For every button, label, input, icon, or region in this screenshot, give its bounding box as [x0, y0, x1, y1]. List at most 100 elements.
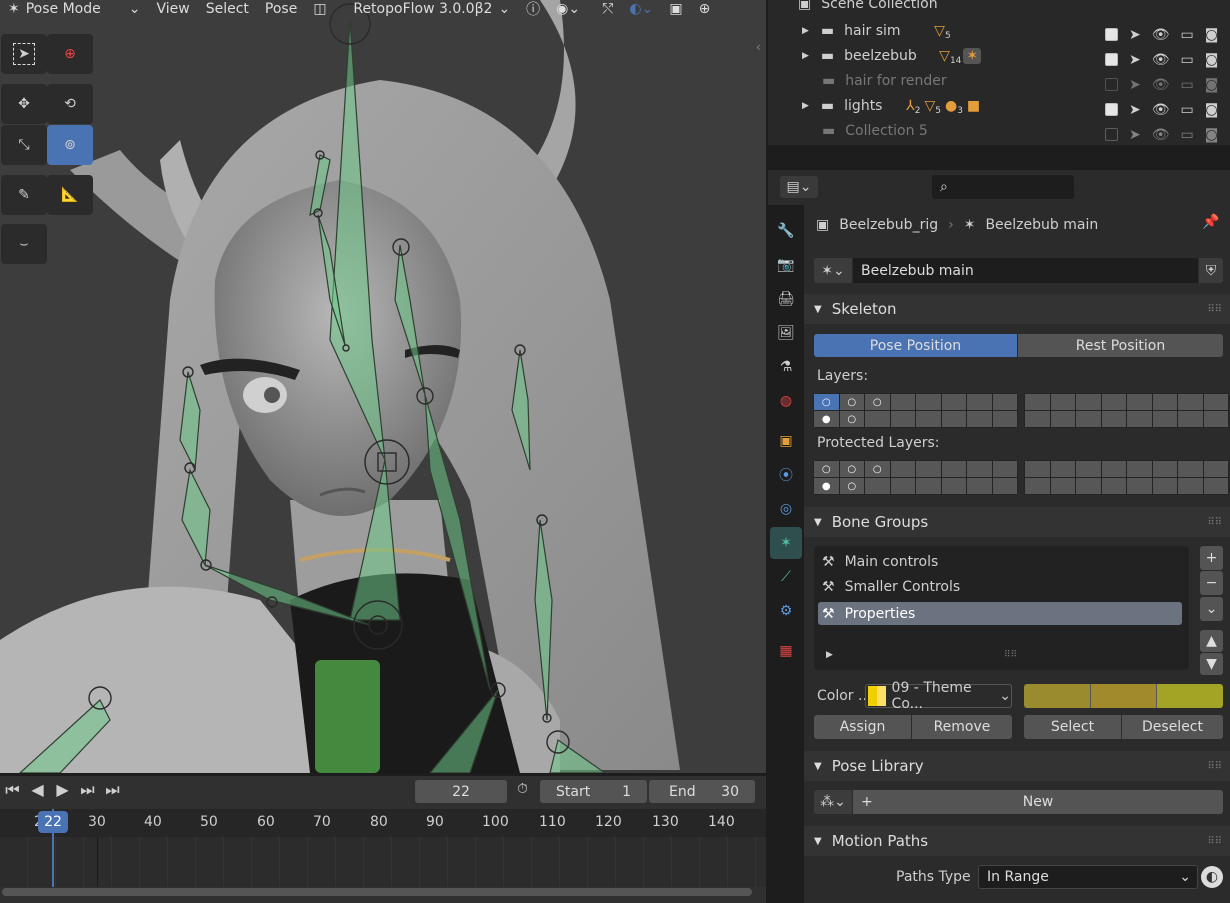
list-item[interactable]: ⚒ Properties: [818, 602, 1182, 625]
layer-toggle[interactable]: ●: [814, 411, 839, 427]
move-tool[interactable]: ✥: [1, 84, 47, 124]
render-camera-icon[interactable]: ◙: [1205, 77, 1219, 93]
fake-user-button[interactable]: ⛨: [1199, 258, 1223, 283]
select-arrow-icon[interactable]: ➤: [1129, 52, 1141, 68]
end-frame-field[interactable]: End 30: [649, 780, 755, 803]
layer-toggle[interactable]: [1025, 461, 1050, 477]
tab-bone[interactable]: ⟋: [770, 561, 802, 593]
layer-toggle[interactable]: ●: [814, 478, 839, 494]
pose-position-button[interactable]: Pose Position: [814, 334, 1017, 357]
pose-mode-dropdown[interactable]: ✶ Pose Mode ⌄: [0, 1, 148, 17]
eye-icon[interactable]: 👁: [1152, 52, 1170, 68]
bone-group-specials-button[interactable]: ⌄: [1200, 597, 1223, 621]
skeleton-panel-header[interactable]: ▼ Skeleton ⠿⠿: [804, 294, 1230, 324]
layer-toggle[interactable]: [865, 411, 890, 427]
layer-toggle[interactable]: [1152, 394, 1177, 410]
rest-position-button[interactable]: Rest Position: [1018, 334, 1223, 357]
eye-icon[interactable]: 👁: [1152, 127, 1170, 143]
layer-toggle[interactable]: [1203, 478, 1228, 494]
tab-view-layer[interactable]: 🖼: [770, 317, 802, 349]
layer-toggle[interactable]: [1203, 461, 1228, 477]
region-toggle-icon[interactable]: ‹: [756, 40, 761, 54]
current-frame-field[interactable]: 22: [415, 780, 507, 803]
tab-scene[interactable]: ⚗: [770, 351, 802, 383]
layer-toggle[interactable]: ○: [839, 411, 864, 427]
jump-to-end-icon[interactable]: ⏭: [100, 780, 125, 800]
menu-select[interactable]: Select: [198, 1, 257, 17]
layer-toggle[interactable]: [1025, 394, 1050, 410]
drag-handle-icon[interactable]: ⠿⠿: [1207, 304, 1222, 315]
motion-paths-panel-header[interactable]: ▼ Motion Paths ⠿⠿: [804, 826, 1230, 856]
layer-toggle[interactable]: [1178, 411, 1203, 427]
layer-toggle[interactable]: [1101, 411, 1126, 427]
play-icon[interactable]: ▶: [50, 780, 75, 800]
layers-grid-right[interactable]: [1024, 393, 1229, 428]
tab-bone-constraints[interactable]: ⚙: [770, 595, 802, 627]
layer-toggle[interactable]: [1050, 411, 1075, 427]
select-arrow-icon[interactable]: ➤: [1129, 77, 1141, 93]
layer-toggle[interactable]: [1076, 478, 1101, 494]
select-arrow-icon[interactable]: ➤: [1129, 27, 1141, 43]
layer-toggle[interactable]: [1025, 478, 1050, 494]
list-resize-handle-icon[interactable]: ⠿⠿: [1004, 650, 1017, 660]
layer-toggle[interactable]: [1025, 411, 1050, 427]
protected-layers-grid-right[interactable]: [1024, 460, 1229, 495]
layer-toggle[interactable]: [941, 394, 966, 410]
layer-toggle[interactable]: [1076, 461, 1101, 477]
move-up-button[interactable]: ▲: [1200, 630, 1223, 652]
layer-toggle[interactable]: [890, 461, 915, 477]
layer-toggle[interactable]: [1152, 411, 1177, 427]
render-camera-icon[interactable]: ◙: [1205, 27, 1219, 43]
monitor-icon[interactable]: ▭: [1181, 127, 1194, 143]
visibility-dropdown-icon[interactable]: ◉⌄: [548, 1, 594, 17]
drag-handle-icon[interactable]: ⠿⠿: [1207, 517, 1222, 528]
list-item[interactable]: ⚒ Main controls: [818, 551, 1184, 573]
layer-toggle[interactable]: [967, 411, 992, 427]
new-pose-library-button[interactable]: + New: [853, 790, 1223, 814]
layer-toggle[interactable]: [1203, 411, 1228, 427]
start-frame-field[interactable]: Start 1: [540, 780, 647, 803]
annotate-tool[interactable]: ✎: [1, 175, 47, 215]
cursor-tool[interactable]: ⊕: [47, 34, 93, 74]
layer-toggle[interactable]: ○: [814, 461, 839, 477]
list-filter-arrow-icon[interactable]: ▶: [826, 650, 833, 660]
jump-to-start-icon[interactable]: ⏮: [0, 780, 25, 800]
layer-toggle[interactable]: [1178, 461, 1203, 477]
overlay-icon[interactable]: ◐⌄: [621, 1, 661, 17]
layer-toggle[interactable]: [1101, 478, 1126, 494]
menu-pose[interactable]: Pose: [257, 1, 305, 17]
bone-groups-panel-header[interactable]: ▼ Bone Groups ⠿⠿: [804, 507, 1230, 537]
deselect-button[interactable]: Deselect: [1122, 715, 1223, 739]
exclude-checkbox[interactable]: [1105, 103, 1118, 116]
normal-color-swatch[interactable]: [1024, 684, 1091, 708]
move-down-button[interactable]: ▼: [1200, 653, 1223, 675]
eye-icon[interactable]: 👁: [1152, 102, 1170, 118]
tab-tool[interactable]: 🔧: [770, 215, 802, 247]
exclude-checkbox[interactable]: [1105, 78, 1118, 91]
3d-viewport[interactable]: ✶ Pose Mode ⌄ View Select Pose ◫ RetopoF…: [0, 0, 766, 773]
eye-icon[interactable]: 👁: [1152, 27, 1170, 43]
layer-toggle[interactable]: [941, 411, 966, 427]
layer-toggle[interactable]: ○: [839, 478, 864, 494]
transform-pivot-icon[interactable]: ◫: [305, 1, 345, 17]
play-reverse-icon[interactable]: ◀: [25, 780, 50, 800]
shading-wire-icon[interactable]: ⊕: [691, 1, 719, 17]
tab-object[interactable]: ▣: [770, 425, 802, 457]
layer-toggle[interactable]: [1050, 394, 1075, 410]
layer-toggle[interactable]: [1050, 478, 1075, 494]
render-camera-icon[interactable]: ◙: [1205, 127, 1219, 143]
layer-toggle[interactable]: [916, 478, 941, 494]
layer-toggle[interactable]: ○: [839, 394, 864, 410]
tab-texture[interactable]: ▦: [770, 635, 802, 667]
exclude-checkbox[interactable]: [1105, 128, 1118, 141]
help-icon[interactable]: ⓘ: [518, 0, 548, 19]
layer-toggle[interactable]: [1203, 394, 1228, 410]
layer-toggle[interactable]: [992, 411, 1017, 427]
layer-toggle[interactable]: [1127, 478, 1152, 494]
assign-button[interactable]: Assign: [814, 715, 911, 739]
select-color-swatch[interactable]: [1090, 684, 1158, 708]
scale-tool[interactable]: ⤡: [1, 125, 47, 165]
layer-toggle[interactable]: [1127, 461, 1152, 477]
add-bone-group-button[interactable]: +: [1200, 546, 1223, 570]
layer-toggle[interactable]: [890, 411, 915, 427]
